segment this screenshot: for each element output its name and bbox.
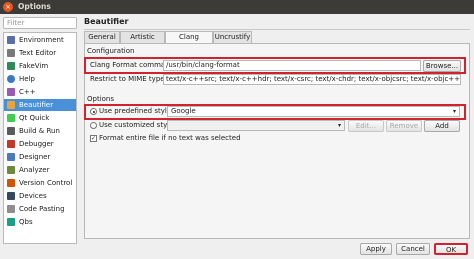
predefined-style-value: Google — [171, 107, 196, 115]
predefined-style-radio[interactable] — [90, 108, 97, 115]
apply-button[interactable]: Apply — [360, 243, 392, 255]
sidebar-item-text-editor[interactable]: Text Editor — [4, 47, 76, 59]
remove-button[interactable]: Remove — [386, 120, 422, 132]
sidebar-item-label: Analyzer — [19, 166, 50, 174]
filter-input[interactable]: Filter — [3, 17, 77, 29]
cancel-button[interactable]: Cancel — [396, 243, 430, 255]
add-button[interactable]: Add — [424, 120, 460, 132]
sidebar-item-beautifier[interactable]: Beautifier — [4, 99, 76, 111]
sidebar-item-label: Qt Quick — [19, 114, 50, 122]
text-editor-icon — [7, 49, 15, 57]
sidebar-item-label: Devices — [19, 192, 47, 200]
format-entire-file-label: Format entire file if no text was select… — [99, 134, 241, 142]
sidebar-item-debugger[interactable]: Debugger — [4, 138, 76, 150]
edit-button[interactable]: Edit... — [348, 120, 384, 132]
sidebar-item-label: Version Control — [19, 179, 73, 187]
sidebar-item-cpp[interactable]: C++ — [4, 86, 76, 98]
qt-quick-icon — [7, 114, 15, 122]
sidebar-item-label: Qbs — [19, 218, 33, 226]
sidebar-item-label: FakeVim — [19, 62, 49, 70]
sidebar-item-qt-quick[interactable]: Qt Quick — [4, 112, 76, 124]
analyzer-icon — [7, 166, 15, 174]
devices-icon — [7, 192, 15, 200]
chevron-down-icon: ▾ — [337, 122, 341, 129]
help-icon — [7, 75, 15, 83]
tab-uncrustify[interactable]: Uncrustify — [213, 31, 252, 43]
fakevim-icon — [7, 62, 15, 70]
sidebar-item-qbs[interactable]: Qbs — [4, 216, 76, 228]
predefined-style-label: Use predefined style: — [99, 107, 174, 115]
sidebar-item-help[interactable]: Help — [4, 73, 76, 85]
configuration-section-label: Configuration — [87, 47, 135, 55]
sidebar-item-build-run[interactable]: Build & Run — [4, 125, 76, 137]
debugger-icon — [7, 140, 15, 148]
window-title: Options — [18, 2, 51, 11]
command-field[interactable]: /usr/bin/clang-format — [163, 60, 421, 71]
customized-style-radio[interactable] — [90, 122, 97, 129]
tab-artistic-style[interactable]: Artistic Style — [120, 31, 165, 52]
browse-button[interactable]: Browse... — [423, 60, 461, 72]
page-title: Beautifier — [84, 17, 129, 26]
format-entire-file-checkbox[interactable]: ✓ — [90, 135, 97, 142]
sidebar-item-label: Debugger — [19, 140, 54, 148]
cpp-icon — [7, 88, 15, 96]
sidebar-item-fakevim[interactable]: FakeVim — [4, 60, 76, 72]
sidebar-item-code-pasting[interactable]: Code Pasting — [4, 203, 76, 215]
qbs-icon — [7, 218, 15, 226]
sidebar-item-label: Beautifier — [19, 101, 54, 109]
predefined-style-dropdown[interactable]: Google ▾ — [167, 106, 460, 117]
sidebar-item-label: Environment — [19, 36, 64, 44]
title-bar: × Options — [0, 0, 474, 14]
options-section-label: Options — [87, 95, 115, 103]
version-control-icon — [7, 179, 15, 187]
tab-general[interactable]: General — [84, 31, 120, 43]
sidebar-item-environment[interactable]: Environment — [4, 34, 76, 46]
sidebar-item-version-control[interactable]: Version Control — [4, 177, 76, 189]
mime-types-field[interactable]: text/x-c++src; text/x-c++hdr; text/x-csr… — [163, 74, 461, 85]
beautifier-icon — [7, 101, 15, 109]
close-icon[interactable]: × — [3, 2, 13, 12]
sidebar-item-devices[interactable]: Devices — [4, 190, 76, 202]
sidebar-item-label: Build & Run — [19, 127, 60, 135]
sidebar-item-label: Text Editor — [19, 49, 57, 57]
mime-label: Restrict to MIME types: — [90, 75, 171, 83]
category-list: Environment Text Editor FakeVim Help C++… — [3, 32, 77, 244]
code-pasting-icon — [7, 205, 15, 213]
sidebar-item-label: C++ — [19, 88, 36, 96]
designer-icon — [7, 153, 15, 161]
sidebar-item-label: Designer — [19, 153, 51, 161]
customized-style-label: Use customized style: — [99, 121, 176, 129]
monitor-icon — [7, 36, 15, 44]
build-run-icon — [7, 127, 15, 135]
sidebar-item-designer[interactable]: Designer — [4, 151, 76, 163]
sidebar-item-analyzer[interactable]: Analyzer — [4, 164, 76, 176]
sidebar-item-label: Help — [19, 75, 35, 83]
title-divider — [84, 29, 470, 30]
customized-style-dropdown[interactable]: ▾ — [167, 120, 345, 131]
chevron-down-icon: ▾ — [452, 108, 456, 115]
sidebar-item-label: Code Pasting — [19, 205, 65, 213]
ok-button[interactable]: OK — [434, 243, 468, 255]
